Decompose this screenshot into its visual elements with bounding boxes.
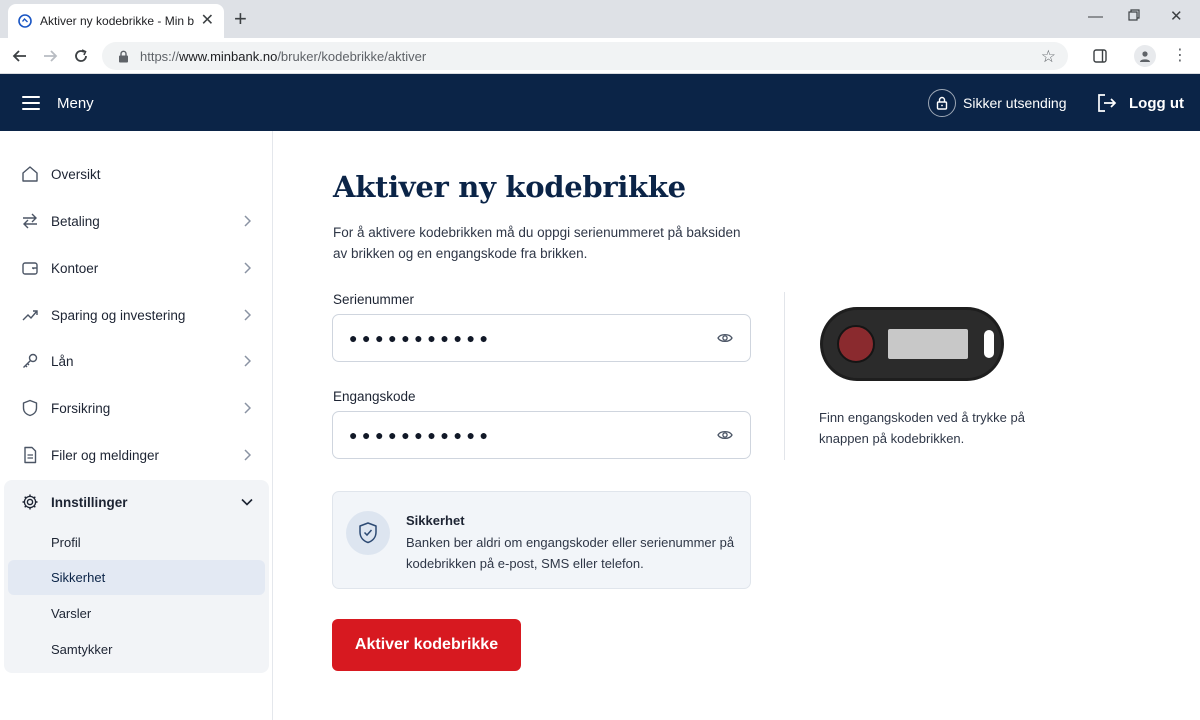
sidebar-item-label: Betaling (51, 213, 100, 229)
padlock-icon (928, 89, 956, 117)
hamburger-icon (22, 96, 40, 110)
sidebar-item-filer[interactable]: Filer og meldinger (0, 432, 272, 478)
chevron-right-icon (241, 402, 253, 414)
logout-button[interactable]: Logg ut (1097, 89, 1184, 117)
serial-number-input[interactable]: ●●●●●●●●●●● (332, 314, 751, 362)
serial-number-value: ●●●●●●●●●●● (349, 330, 493, 346)
serial-label: Serienummer (333, 292, 415, 307)
sidebar-item-label: Sparing og investering (51, 307, 186, 323)
shield-check-icon (346, 511, 390, 555)
shield-icon (21, 399, 39, 417)
chevron-right-icon (241, 262, 253, 274)
document-icon (21, 446, 39, 464)
logout-icon (1097, 94, 1117, 112)
sidebar-item-oversikt[interactable]: Oversikt (0, 151, 272, 197)
menu-button[interactable]: Meny (22, 89, 94, 117)
reload-icon[interactable] (69, 44, 93, 68)
sidebar-item-forsikring[interactable]: Forsikring (0, 385, 272, 431)
sidebar-item-lan[interactable]: Lån (0, 338, 272, 384)
secure-send-button[interactable]: Sikker utsending (928, 89, 1067, 117)
code-token-illustration (818, 304, 1006, 384)
sidebar-nav: Oversikt Betaling Kontoer Sparing og inv… (0, 131, 273, 720)
sidebar-item-label: Lån (51, 353, 74, 369)
show-code-eye-icon[interactable] (716, 426, 734, 444)
logout-label: Logg ut (1129, 94, 1184, 112)
chevron-right-icon (241, 215, 253, 227)
chevron-right-icon (241, 449, 253, 461)
home-icon (21, 165, 39, 183)
security-title: Sikkerhet (406, 513, 465, 528)
back-icon[interactable] (8, 44, 32, 68)
one-time-code-value: ●●●●●●●●●●● (349, 427, 493, 443)
url-prefix: https:// (140, 48, 180, 64)
sidebar-item-label: Innstillinger (51, 494, 128, 510)
browser-toolbar: https://www.minbank.no/bruker/kodebrikke… (0, 38, 1200, 74)
sidebar-item-innstillinger[interactable]: Innstillinger (4, 484, 269, 520)
sidebar-item-kontoer[interactable]: Kontoer (0, 245, 272, 291)
restore-window-icon[interactable] (1128, 8, 1140, 26)
activate-token-button[interactable]: Aktiver kodebrikke (332, 619, 521, 671)
sidebar-item-label: Filer og meldinger (51, 447, 160, 463)
token-caption: Finn engangskoden ved å trykke på knappe… (819, 410, 1025, 446)
menu-label: Meny (57, 94, 94, 112)
sidebar-subitem-samtykker[interactable]: Samtykker (8, 632, 265, 667)
trend-chart-icon (21, 306, 39, 324)
sidebar-item-label: Kontoer (51, 260, 99, 276)
settings-group: Innstillinger Profil Sikkerhet Varsler S… (4, 480, 269, 673)
gear-icon (21, 493, 39, 511)
wallet-icon (21, 259, 39, 277)
key-icon (21, 352, 39, 370)
intro-text: For å aktivere kodebrikken må du oppgi s… (333, 225, 741, 261)
sidebar-subitem-varsler[interactable]: Varsler (8, 596, 265, 631)
forward-icon[interactable] (38, 44, 62, 68)
vertical-divider (784, 292, 785, 460)
sidebar-item-sparing[interactable]: Sparing og investering (0, 292, 272, 338)
close-window-icon[interactable]: ✕ (1170, 8, 1183, 26)
browser-tab[interactable]: Aktiver ny kodebrikke - Min bank ✕ (8, 4, 224, 38)
bookmark-star-icon[interactable]: ☆ (1041, 48, 1056, 65)
otp-label: Engangskode (333, 389, 416, 404)
profile-avatar-icon[interactable] (1134, 45, 1156, 67)
browser-menu-icon[interactable]: ⋮ (1172, 46, 1188, 66)
address-bar[interactable]: https://www.minbank.no/bruker/kodebrikke… (102, 42, 1068, 70)
lock-icon (114, 47, 132, 65)
chevron-right-icon (241, 309, 253, 321)
page-title: Aktiver ny kodebrikke (333, 170, 686, 204)
sidebar-subitem-profil[interactable]: Profil (8, 525, 265, 560)
new-tab-icon[interactable]: + (234, 8, 247, 30)
one-time-code-input[interactable]: ●●●●●●●●●●● (332, 411, 751, 459)
security-text: Banken ber aldri om engangskoder eller s… (406, 535, 735, 571)
show-serial-eye-icon[interactable] (716, 329, 734, 347)
sidebar-item-label: Forsikring (51, 400, 111, 416)
url-path: /bruker/kodebrikke/aktiver (277, 48, 427, 64)
close-tab-icon[interactable]: ✕ (201, 13, 214, 29)
site-favicon-icon (18, 14, 32, 28)
security-notice: Sikkerhet Banken ber aldri om engangskod… (332, 491, 751, 589)
tab-title: Aktiver ny kodebrikke - Min bank (40, 14, 194, 28)
secure-send-label: Sikker utsending (963, 95, 1067, 111)
chevron-down-icon (241, 496, 253, 508)
sidepanel-icon[interactable] (1090, 46, 1110, 66)
url-text: https://www.minbank.no/bruker/kodebrikke… (140, 49, 426, 64)
sidebar-item-betaling[interactable]: Betaling (0, 198, 272, 244)
minimize-window-icon[interactable]: — (1088, 8, 1103, 26)
sidebar-item-label: Oversikt (51, 166, 101, 182)
sidebar-subitem-sikkerhet[interactable]: Sikkerhet (8, 560, 265, 595)
app-header: Meny Sikker utsending Logg ut (0, 74, 1200, 131)
transfer-arrows-icon (21, 212, 39, 230)
url-host: www.minbank.no (179, 48, 278, 64)
browser-tabstrip: Aktiver ny kodebrikke - Min bank ✕ + — ✕ (0, 0, 1200, 38)
chevron-right-icon (241, 355, 253, 367)
